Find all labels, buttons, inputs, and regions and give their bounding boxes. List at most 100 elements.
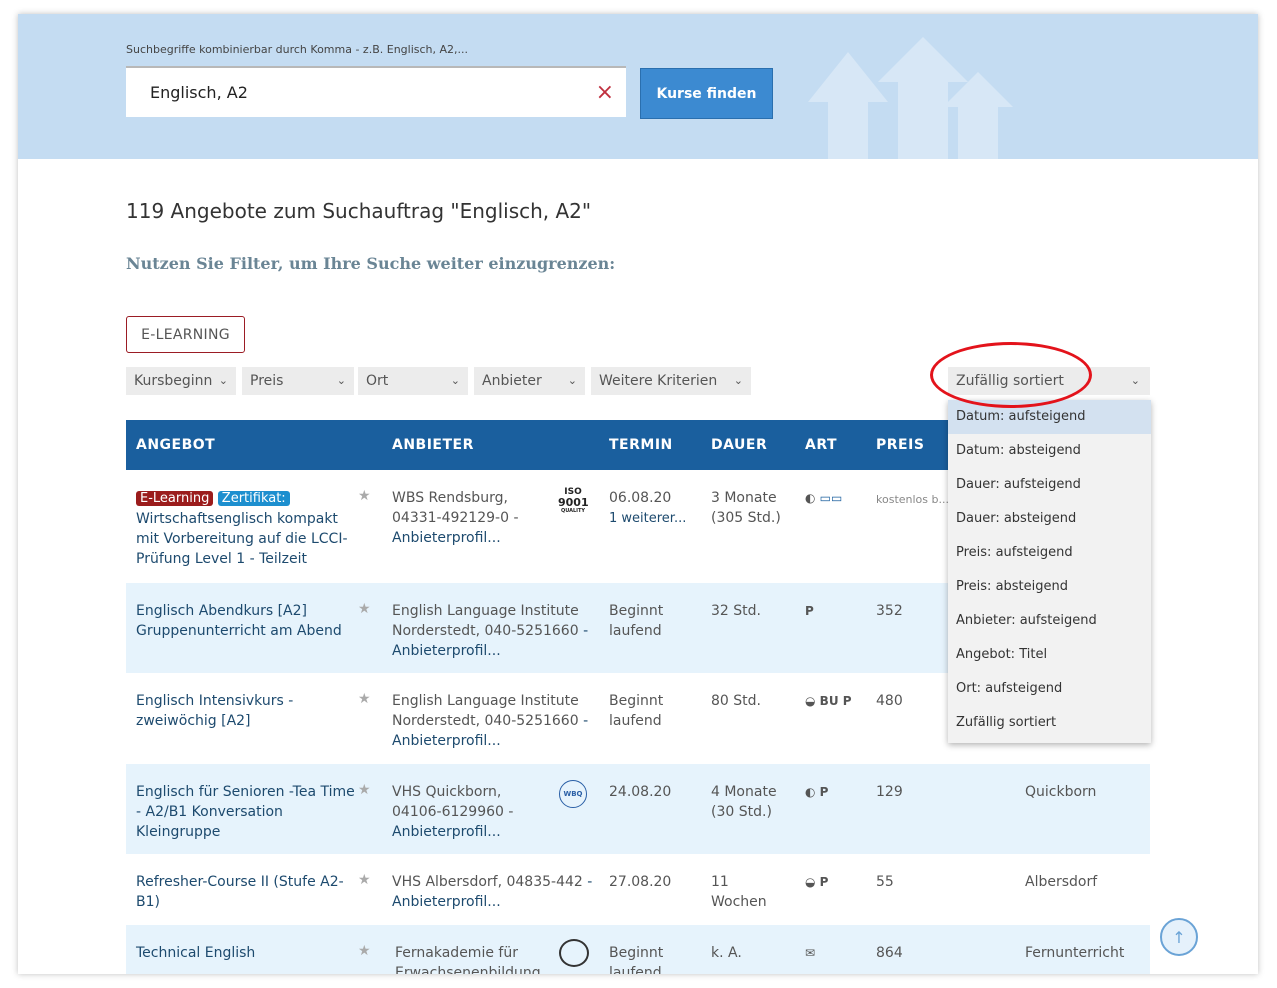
- sort-select-value: Zufällig sortiert: [956, 373, 1064, 389]
- col-preis[interactable]: PREIS: [876, 437, 924, 453]
- termin-cell: 06.08.20 1 weiterer...: [609, 488, 699, 529]
- table-row[interactable]: Refresher-Course II (Stufe A2-B1) ★ VHS …: [126, 854, 1150, 925]
- preis-cell: 352: [876, 603, 903, 619]
- sort-option[interactable]: Anbieter: aufsteigend: [948, 604, 1151, 638]
- arrow-up-icon: ↑: [1172, 927, 1186, 947]
- provider-name: VHS Albersdorf, 04835-442: [392, 874, 583, 890]
- filter-anbieter[interactable]: Anbieter ⌄: [474, 367, 585, 395]
- offer-title-text[interactable]: Refresher-Course II (Stufe A2-B1): [136, 874, 344, 910]
- col-dauer[interactable]: DAUER: [711, 437, 767, 453]
- offer-title-link[interactable]: Englisch Intensivkurs - zweiwöchig [A2]: [136, 691, 336, 731]
- preis-cell: 55: [876, 874, 894, 890]
- provider-name: WBS Rendsburg, 04331-492129-0 -: [392, 490, 519, 526]
- col-art[interactable]: ART: [805, 437, 837, 453]
- chevron-down-icon: ⌄: [567, 374, 577, 387]
- table-row[interactable]: Englisch für Senioren -Tea Time - A2/B1 …: [126, 764, 1150, 854]
- provider-cell: VHS Quickborn, 04106-6129960 - Anbieterp…: [392, 782, 552, 842]
- art-cell: ◐ ▭▭: [805, 488, 842, 508]
- col-angebot[interactable]: ANGEBOT: [136, 437, 215, 453]
- chevron-down-icon: ⌄: [733, 374, 743, 387]
- provider-name: VHS Quickborn, 04106-6129960 -: [392, 784, 514, 820]
- art-code: BU P: [819, 694, 852, 708]
- filter-kursbeginn[interactable]: Kursbeginn ⌄: [126, 367, 236, 395]
- elearning-filter-button[interactable]: E-LEARNING: [126, 316, 245, 353]
- sort-option[interactable]: Preis: aufsteigend: [948, 536, 1151, 570]
- sort-option[interactable]: Angebot: Titel: [948, 638, 1151, 672]
- art-code: P: [819, 875, 829, 889]
- sort-option[interactable]: Datum: aufsteigend: [948, 400, 1151, 434]
- search-input[interactable]: Englisch, A2 ×: [126, 66, 626, 117]
- iso-logo-line2: 9001: [558, 496, 589, 509]
- sort-select[interactable]: Zufällig sortiert ⌄: [948, 367, 1150, 395]
- scroll-to-top-button[interactable]: ↑: [1160, 918, 1198, 956]
- filter-ort[interactable]: Ort ⌄: [358, 367, 468, 395]
- offer-title-text[interactable]: Englisch Intensivkurs - zweiwöchig [A2]: [136, 693, 293, 729]
- star-icon[interactable]: ★: [358, 691, 371, 707]
- star-icon[interactable]: ★: [358, 943, 371, 959]
- star-icon[interactable]: ★: [358, 601, 371, 617]
- dauer-cell: 11 Wochen: [711, 874, 767, 910]
- filter-preis-label: Preis: [250, 373, 284, 389]
- sort-option[interactable]: Ort: aufsteigend: [948, 672, 1151, 706]
- chevron-down-icon: ⌄: [218, 374, 228, 387]
- provider-profile-link[interactable]: Anbieterprofil...: [392, 824, 501, 840]
- clear-icon[interactable]: ×: [596, 82, 614, 104]
- star-icon[interactable]: ★: [358, 872, 371, 888]
- sort-option[interactable]: Dauer: aufsteigend: [948, 468, 1151, 502]
- col-termin[interactable]: TERMIN: [609, 437, 673, 453]
- vhs-logo: WBQ: [559, 780, 587, 808]
- ort-cell: Quickborn: [1025, 784, 1097, 800]
- filter-weitere-label: Weitere Kriterien: [599, 373, 718, 389]
- table-row[interactable]: Technical English ★ Fernakademie für Erw…: [126, 925, 1150, 974]
- offer-title-text[interactable]: Technical English: [136, 945, 255, 961]
- arrows-illustration: [808, 37, 1013, 159]
- offer-title-link[interactable]: Refresher-Course II (Stufe A2-B1): [136, 872, 358, 912]
- sort-option[interactable]: Zufällig sortiert: [948, 706, 1151, 740]
- offer-title-link[interactable]: Englisch Abendkurs [A2] Gruppenunterrich…: [136, 601, 358, 641]
- sort-option[interactable]: Dauer: absteigend: [948, 502, 1151, 536]
- sort-option[interactable]: Preis: absteigend: [948, 570, 1151, 604]
- filter-anbieter-label: Anbieter: [482, 373, 542, 389]
- provider-cell: WBS Rendsburg, 04331-492129-0 - Anbieter…: [392, 488, 552, 548]
- offer-title-text[interactable]: Englisch Abendkurs [A2] Gruppenunterrich…: [136, 603, 342, 639]
- preis-cell: kostenlos b...: [876, 493, 949, 506]
- search-button[interactable]: Kurse finden: [640, 68, 773, 119]
- termin-cell: 27.08.20: [609, 874, 672, 890]
- offer-title-link[interactable]: Englisch für Senioren -Tea Time - A2/B1 …: [136, 782, 361, 842]
- provider-cell: VHS Albersdorf, 04835-442 - Anbieterprof…: [392, 872, 597, 912]
- more-dates-link[interactable]: 1 weiterer...: [609, 511, 686, 526]
- filter-ort-label: Ort: [366, 373, 389, 389]
- offer-title-link[interactable]: Technical English: [136, 943, 358, 963]
- star-icon[interactable]: ★: [358, 488, 371, 504]
- mail-icon: ✉: [805, 946, 816, 960]
- chevron-down-icon: ⌄: [450, 374, 460, 387]
- sort-option[interactable]: Datum: absteigend: [948, 434, 1151, 468]
- sort-dropdown-menu: Datum: aufsteigend Datum: absteigend Dau…: [948, 400, 1151, 743]
- filter-hint: Nutzen Sie Filter, um Ihre Suche weiter …: [126, 254, 616, 273]
- offer-title-text[interactable]: Englisch für Senioren -Tea Time - A2/B1 …: [136, 784, 355, 840]
- half-circle-icon: ◐: [805, 491, 816, 505]
- termin-cell: 24.08.20: [609, 784, 672, 800]
- provider-profile-link[interactable]: Anbieterprofil...: [392, 530, 501, 546]
- search-input-value[interactable]: Englisch, A2: [150, 83, 248, 102]
- art-cell: P: [805, 604, 814, 618]
- offer-title-link[interactable]: Wirtschaftsenglisch kompakt mit Vorberei…: [136, 511, 348, 567]
- col-anbieter[interactable]: ANBIETER: [392, 437, 474, 453]
- provider-name: English Language Institute Norderstedt, …: [392, 603, 579, 639]
- provider-name: English Language Institute Norderstedt, …: [392, 693, 579, 729]
- half-circle-icon: ◐: [805, 785, 816, 799]
- filter-preis[interactable]: Preis ⌄: [242, 367, 354, 395]
- dauer-cell: 80 Std.: [711, 693, 761, 709]
- page-frame: Suchbegriffe kombinierbar durch Komma - …: [18, 14, 1258, 974]
- certificate-tag: Zertifikat:: [217, 491, 290, 506]
- ort-cell: Albersdorf: [1025, 874, 1098, 890]
- offer-cell: E-Learning Zertifikat: Wirtschaftsenglis…: [136, 488, 358, 569]
- preis-cell: 129: [876, 784, 903, 800]
- search-hero: Suchbegriffe kombinierbar durch Komma - …: [18, 14, 1258, 159]
- filter-weitere-kriterien[interactable]: Weitere Kriterien ⌄: [591, 367, 751, 395]
- iso-logo-line3: QUALITY: [560, 508, 586, 514]
- half-circle-icon: ◒: [805, 875, 816, 889]
- preis-cell: 480: [876, 693, 903, 709]
- filter-kursbeginn-label: Kursbeginn: [134, 373, 213, 389]
- star-icon[interactable]: ★: [358, 782, 371, 798]
